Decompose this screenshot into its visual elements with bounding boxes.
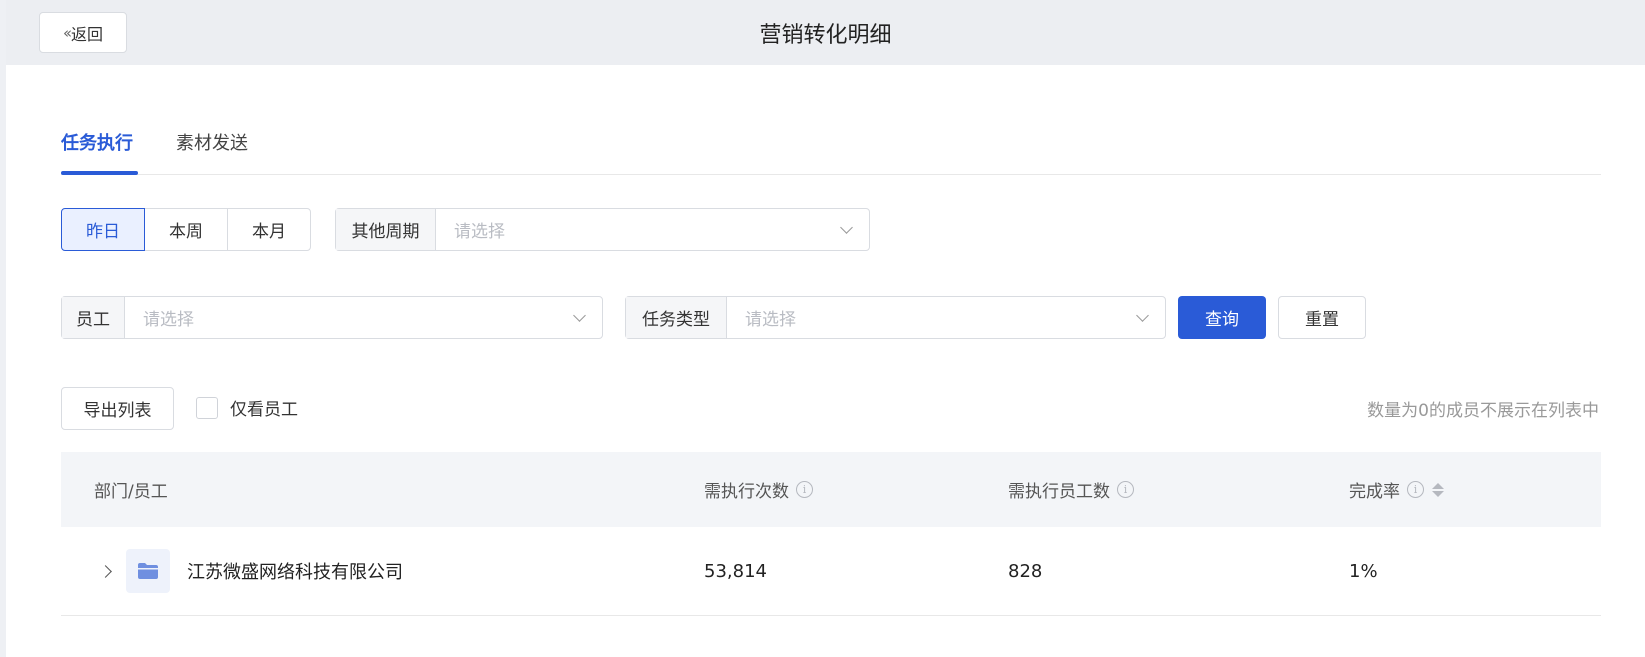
employee-label: 员工 [62,297,125,338]
chevron-right-icon[interactable] [99,564,112,578]
column-header-department: 部门/员工 [94,477,168,502]
period-this-week-button[interactable]: 本周 [144,208,228,251]
task-type-select[interactable]: 任务类型 请选择 [625,296,1166,339]
chevron-down-icon [840,220,853,234]
column-header-employees-label: 需执行员工数 [1008,482,1110,502]
task-type-label: 任务类型 [626,297,727,338]
top-bar: ‹‹ 返回 营销转化明细 [6,0,1645,65]
only-employees-label: 仅看员工 [230,400,298,420]
row-executions: 53,814 [704,560,767,582]
table-row[interactable]: 江苏微盛网络科技有限公司 53,814 828 1% [61,527,1601,616]
info-icon[interactable]: i [1407,481,1424,498]
other-period-select[interactable]: 其他周期 请选择 [335,208,870,251]
row-rate: 1% [1349,560,1378,582]
reset-button[interactable]: 重置 [1278,296,1366,339]
query-button[interactable]: 查询 [1178,296,1266,339]
column-header-rate-label: 完成率 [1349,482,1400,502]
column-header-executions-label: 需执行次数 [704,482,789,502]
column-header-executions: 需执行次数 i [704,477,813,502]
row-department-name: 江苏微盛网络科技有限公司 [187,562,403,583]
period-this-month-button[interactable]: 本月 [227,208,311,251]
row-employees: 828 [1008,560,1043,582]
zero-members-hint: 数量为0的成员不展示在列表中 [1367,401,1599,421]
period-button-group: 昨日 本周 本月 [61,208,311,251]
column-header-employees: 需执行员工数 i [1008,477,1134,502]
column-header-rate: 完成率 i [1349,477,1444,502]
only-employees-checkbox[interactable] [196,396,218,419]
employee-select[interactable]: 员工 请选择 [61,296,603,339]
active-tab-indicator [61,171,138,175]
other-period-label: 其他周期 [336,209,436,250]
page-title: 营销转化明细 [759,23,892,48]
period-yesterday-button[interactable]: 昨日 [61,208,145,251]
chevron-down-icon [1136,308,1149,322]
sort-icon[interactable] [1432,482,1444,497]
task-type-input[interactable]: 请选择 [727,297,1165,338]
export-list-button[interactable]: 导出列表 [61,387,174,430]
other-period-input[interactable]: 请选择 [436,209,869,250]
folder-icon [126,549,170,593]
tab-task-execution[interactable]: 任务执行 [61,129,133,155]
tab-bar: 任务执行 素材发送 [61,65,1601,175]
only-employees-toggle[interactable]: 仅看员工 [196,395,298,420]
employee-placeholder: 请选择 [143,310,194,330]
info-icon[interactable]: i [1117,481,1134,498]
folder-cell [126,527,170,615]
conversion-table: 部门/员工 需执行次数 i 需执行员工数 i 完成率 i 江苏微盛网络科技有限公… [61,452,1601,616]
employee-input[interactable]: 请选择 [125,297,602,338]
column-header-department-label: 部门/员工 [94,482,168,502]
task-type-placeholder: 请选择 [745,310,796,330]
table-header: 部门/员工 需执行次数 i 需执行员工数 i 完成率 i [61,452,1601,527]
chevron-down-icon [573,308,586,322]
tab-material-send[interactable]: 素材发送 [176,129,248,155]
other-period-placeholder: 请选择 [454,222,505,242]
expand-cell[interactable] [99,527,112,615]
info-icon[interactable]: i [796,481,813,498]
